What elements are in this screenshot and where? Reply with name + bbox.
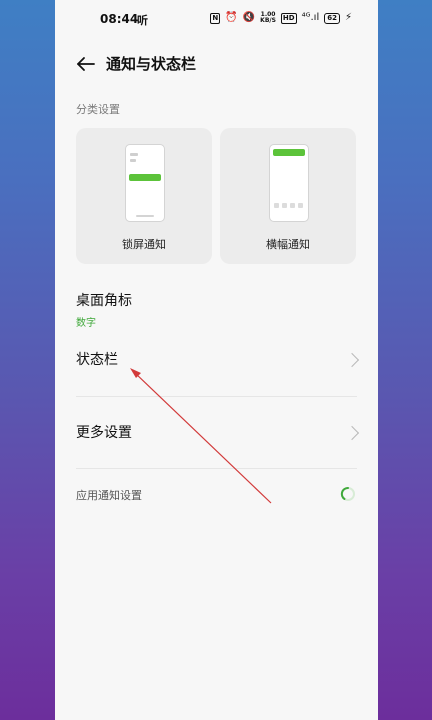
divider [76,396,357,397]
desktop-badge-row[interactable]: 桌面角标 数字 [76,290,357,329]
alarm-icon: ⏰ [225,12,238,23]
net-speed: 1.00 KB/S [260,12,276,24]
status-extra-label: 听 [137,14,148,27]
status-icons: N ⏰ 🔇 1.00 KB/S HD ⁴ᴳ.ıl 62 ⚡ [210,12,352,24]
mute-icon: 🔇 [242,12,256,23]
banner-preview-icon [269,144,309,222]
desktop-badge-title: 桌面角标 [76,293,132,309]
card-label-banner: 横幅通知 [266,238,310,251]
settings-screen: 08:44 听 N ⏰ 🔇 1.00 KB/S HD ⁴ᴳ.ıl 62 ⚡ 通知… [55,0,378,720]
card-label-lockscreen: 锁屏通知 [122,238,166,251]
page-title: 通知与状态栏 [106,55,197,73]
section-label-classification: 分类设置 [76,103,120,116]
app-notification-settings-title: 应用通知设置 [76,489,142,502]
battery-icon: 62 [324,12,340,24]
status-bar: 08:44 听 N ⏰ 🔇 1.00 KB/S HD ⁴ᴳ.ıl 62 ⚡ [55,0,378,40]
status-bar-row[interactable]: 状态栏 [76,349,360,371]
lockscreen-notification-card[interactable]: 锁屏通知 [76,128,212,264]
banner-notification-card[interactable]: 横幅通知 [220,128,356,264]
loading-spinner-icon[interactable] [340,486,356,502]
net-speed-unit: KB/S [260,17,276,24]
page-header: 通知与状态栏 [55,50,378,78]
status-bar-title: 状态栏 [76,352,118,368]
back-arrow-icon[interactable] [75,53,97,75]
desktop-badge-value: 数字 [76,318,96,329]
divider [76,468,357,469]
lockscreen-preview-icon [125,144,165,222]
status-time: 08:44 [100,12,139,26]
hd-icon: HD [280,12,297,24]
nfc-icon: N [210,12,221,24]
more-settings-title: 更多设置 [76,425,132,441]
app-notification-settings-row[interactable]: 应用通知设置 [76,487,357,503]
signal-icon: ⁴ᴳ.ıl [301,12,320,23]
more-settings-row[interactable]: 更多设置 [76,422,360,444]
charging-icon: ⚡ [344,12,352,23]
